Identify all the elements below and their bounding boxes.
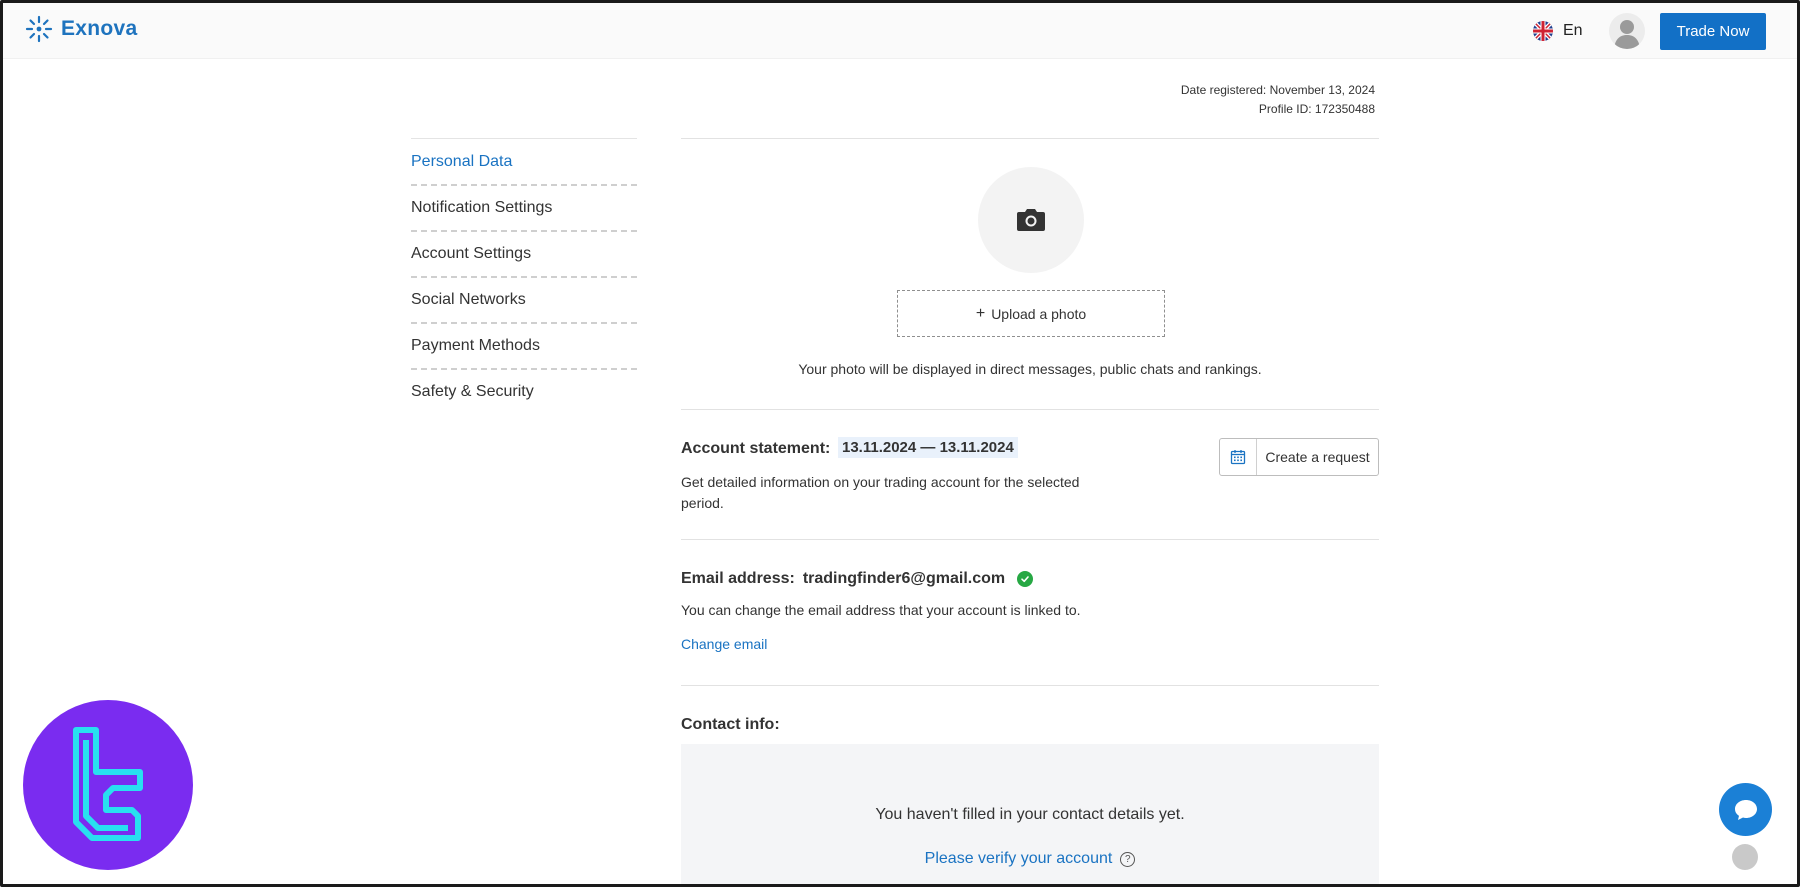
profile-photo-placeholder[interactable]: [978, 167, 1084, 273]
photo-section: + Upload a photo Your photo will be disp…: [681, 139, 1379, 409]
verify-account-row: Please verify your account ?: [681, 850, 1379, 868]
sidebar-item-label: Personal Data: [411, 152, 513, 170]
language-label: En: [1563, 22, 1583, 39]
email-title: Email address:: [681, 570, 795, 587]
contact-info-box: You haven't filled in your contact detai…: [681, 744, 1379, 884]
user-avatar[interactable]: [1609, 13, 1645, 49]
brand-logo[interactable]: Exnova: [25, 15, 138, 43]
tradingfinder-logo-icon: [73, 727, 143, 841]
watermark-logo: [23, 700, 193, 870]
sidebar-item-label: Payment Methods: [411, 337, 540, 354]
trade-now-button[interactable]: Trade Now: [1660, 13, 1766, 50]
create-request-label: Create a request: [1265, 449, 1370, 465]
contact-info-title: Contact info:: [681, 716, 780, 733]
personal-data-panel: + Upload a photo Your photo will be disp…: [681, 138, 1379, 884]
photo-note: Your photo will be displayed in direct m…: [798, 361, 1262, 377]
sidebar-item-social-networks[interactable]: Social Networks: [411, 276, 637, 322]
sidebar-item-personal-data[interactable]: Personal Data: [411, 138, 637, 184]
settings-sidebar: Personal Data Notification Settings Acco…: [411, 138, 637, 414]
language-selector[interactable]: En: [1533, 21, 1583, 41]
uk-flag-icon: [1533, 21, 1553, 41]
sidebar-item-label: Account Settings: [411, 245, 532, 262]
chat-bubble-icon: [1734, 799, 1757, 820]
help-icon[interactable]: ?: [1120, 851, 1136, 867]
sidebar-item-notification-settings[interactable]: Notification Settings: [411, 184, 637, 230]
profile-id: Profile ID: 172350488: [1258, 102, 1375, 116]
contact-section: Contact info: You haven't filled in your…: [681, 686, 1379, 884]
chat-support-button[interactable]: [1719, 783, 1772, 836]
user-silhouette-icon: [1614, 20, 1640, 49]
sidebar-item-label: Safety & Security: [411, 383, 534, 400]
sidebar-item-account-settings[interactable]: Account Settings: [411, 230, 637, 276]
contact-empty-message: You haven't filled in your contact detai…: [875, 806, 1185, 823]
account-statement-description: Get detailed information on your trading…: [681, 474, 1080, 511]
email-description: You can change the email address that yo…: [681, 602, 1081, 618]
top-bar: Exnova En Trade Now: [3, 3, 1797, 59]
upload-photo-label: Upload a photo: [991, 305, 1087, 322]
brand-name: Exnova: [61, 17, 138, 40]
email-value: tradingfinder6@gmail.com: [802, 570, 1006, 587]
date-registered: Date registered: November 13, 2024: [1180, 83, 1375, 97]
email-heading: Email address: tradingfinder6@gmail.com: [681, 570, 1034, 588]
sidebar-item-payment-methods[interactable]: Payment Methods: [411, 322, 637, 368]
sidebar-item-label: Notification Settings: [411, 199, 553, 216]
chat-collapse-button[interactable]: [1732, 844, 1758, 870]
exnova-logo-icon: [25, 15, 53, 43]
verified-check-icon: [1017, 571, 1034, 587]
upload-photo-button[interactable]: + Upload a photo: [897, 290, 1165, 337]
change-email-link[interactable]: Change email: [681, 636, 767, 652]
email-section: Email address: tradingfinder6@gmail.com …: [681, 540, 1379, 685]
create-request-button[interactable]: Create a request: [1219, 438, 1379, 476]
calendar-icon: [1220, 439, 1257, 475]
statement-date-range[interactable]: 13.11.2024 — 13.11.2024: [838, 437, 1018, 458]
account-meta: Date registered: November 13, 2024 Profi…: [1181, 81, 1375, 119]
account-statement-section: Account statement: 13.11.2024 — 13.11.20…: [681, 410, 1379, 539]
account-statement-title: Account statement:: [681, 440, 831, 457]
page-frame: Exnova En Trade Now Date registered: Nov…: [0, 0, 1800, 887]
sidebar-item-safety-security[interactable]: Safety & Security: [411, 368, 637, 414]
camera-icon: [1017, 209, 1045, 231]
verify-account-link[interactable]: Please verify your account: [925, 850, 1113, 868]
plus-icon: +: [975, 304, 986, 322]
sidebar-item-label: Social Networks: [411, 291, 526, 308]
